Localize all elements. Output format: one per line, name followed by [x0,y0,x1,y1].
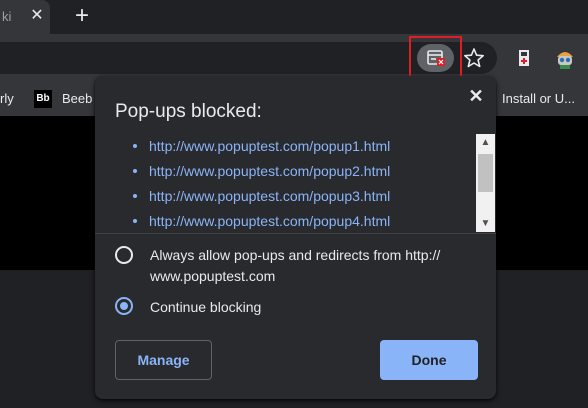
close-icon[interactable]: ✕ [27,6,47,26]
close-icon[interactable]: ✕ [466,86,486,106]
tab-title: ki [2,9,12,24]
bullet-icon [133,194,137,198]
dialog-title: Pop-ups blocked: [115,101,262,122]
bookmark-item[interactable]: rly [0,91,14,106]
popup-link[interactable]: http://www.popuptest.com/popup2.html [149,159,390,183]
radio-button[interactable] [115,297,133,315]
scroll-up-icon[interactable]: ▲ [476,134,495,151]
bullet-icon [133,144,137,148]
manage-button[interactable]: Manage [115,340,212,380]
extension-icon[interactable] [513,47,535,69]
scroll-thumb[interactable] [478,154,493,192]
bullet-icon [133,169,137,173]
bookmark-item-install[interactable]: Install or U... [502,91,575,106]
popup-blocked-button[interactable] [409,36,462,80]
radio-button[interactable] [115,246,133,264]
popup-blocked-dialog: Pop-ups blocked: ✕ http://www.popuptest.… [95,76,496,399]
popup-blocked-icon [417,44,454,72]
tab[interactable]: ki ✕ [0,0,50,34]
popup-link[interactable]: http://www.popuptest.com/popup4.html [149,209,390,233]
popup-link[interactable]: http://www.popuptest.com/popup1.html [149,134,390,158]
new-tab-button[interactable]: + [70,4,94,28]
radio-dot [120,302,128,310]
scrollbar[interactable]: ▲ ▼ [476,134,495,232]
radio-continue-blocking[interactable]: Continue blocking [115,297,485,319]
blocked-popup-list: http://www.popuptest.com/popup1.html htt… [115,134,473,234]
bullet-icon [133,219,137,223]
popup-link[interactable]: http://www.popuptest.com/popup3.html [149,184,390,208]
scroll-down-icon[interactable]: ▼ [476,215,495,232]
done-button[interactable]: Done [380,340,478,380]
divider [95,233,496,234]
toolbar [0,34,588,82]
radio-label: Continue blocking [150,299,262,315]
radio-always-allow[interactable]: Always allow pop-ups and redirects from … [115,245,485,287]
star-icon[interactable] [463,47,485,69]
bookmark-item-beeb[interactable]: Beeb [62,91,92,106]
beebom-icon: Bb [34,90,52,108]
tab-strip: ki ✕ + [0,0,588,34]
radio-label: Always allow pop-ups and redirects from … [150,247,441,284]
avatar-icon[interactable] [552,45,578,71]
